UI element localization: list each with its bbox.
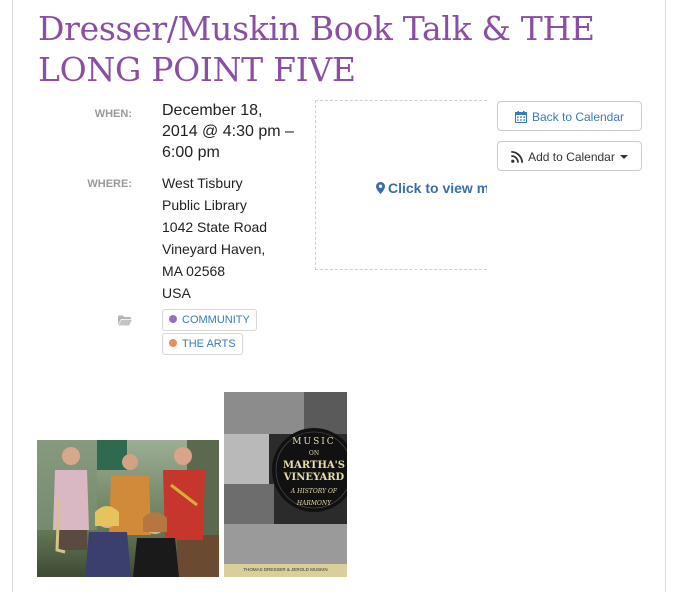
book-title-line: ON [308,450,320,457]
event-datetime: December 18, 2014 @ 4:30 pm – 6:00 pm [162,102,294,161]
where-label: WHERE: [87,178,132,190]
book-title-line: MUSIC [292,437,336,447]
add-to-calendar-label: Add to Calendar [528,150,615,164]
when-label: WHEN: [94,108,132,120]
book-subtitle-line: HARMONY [296,500,332,507]
location-line: 1042 State Road [162,219,268,235]
book-title-line: MARTHA'S [283,460,345,471]
add-to-calendar-button[interactable]: Add to Calendar [497,141,642,171]
location-line: MA 02568 [162,263,226,279]
map-marker-icon [376,182,385,194]
page-border-right [665,0,666,592]
book-title: MUSIC ON MARTHA'S VINEYARD A HISTORY OF … [276,436,347,510]
view-map-label: Click to view m [388,180,487,196]
book-subtitle-line: A HISTORY OF [290,488,338,495]
location-line: West Tisbury [162,175,243,191]
rss-icon [511,151,524,163]
category-label: COMMUNITY [182,314,250,326]
map-placeholder[interactable]: Click to view m [315,100,487,270]
book-cover-image: MUSIC ON MARTHA'S VINEYARD A HISTORY OF … [224,392,347,577]
location-line: Public Library [162,197,247,213]
book-title-line: VINEYARD [283,472,345,483]
location-line: USA [162,285,191,301]
caret-down-icon [619,155,628,159]
category-dot-icon [169,315,177,323]
back-to-calendar-button[interactable]: Back to Calendar [497,101,642,131]
view-map-link[interactable]: Click to view m [376,180,487,196]
location-line: Vineyard Haven, [162,241,266,257]
event-title: Dresser/Muskin Book Talk & THE LONG POIN… [38,9,595,89]
book-authors: THOMAS DRESSER & JEROLD MUSKIN [243,567,328,572]
folder-icon [118,315,132,326]
category-tag-community[interactable]: COMMUNITY [162,309,257,331]
category-tag-the-arts[interactable]: THE ARTS [162,333,243,355]
page-border-left [12,0,13,592]
category-dot-icon [169,339,177,347]
band-photo [37,440,219,577]
back-to-calendar-label: Back to Calendar [531,110,625,124]
event-location: West Tisbury Public Library 1042 State R… [162,172,302,304]
category-label: THE ARTS [182,338,236,350]
calendar-icon [514,111,527,123]
